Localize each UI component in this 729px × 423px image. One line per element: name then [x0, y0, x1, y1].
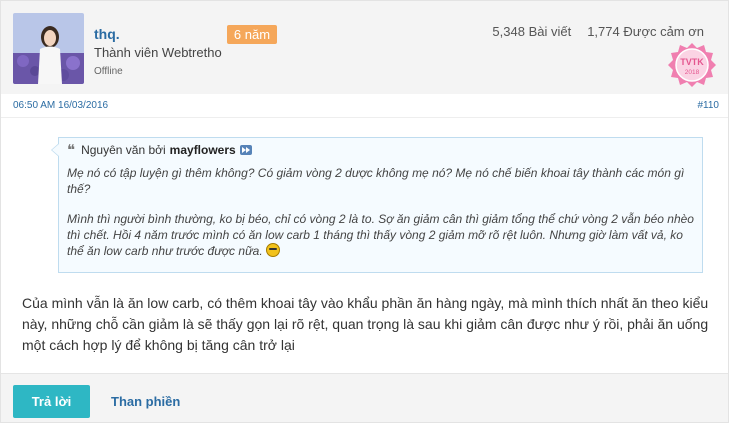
- post-actions-bar: Trả lời Than phiền: [1, 373, 728, 422]
- quote-question: Mẹ nó có tập luyện gì thêm không? Có giả…: [67, 166, 685, 196]
- quote-pointer: [51, 143, 59, 157]
- quote-body: Mẹ nó có tập luyện gì thêm không? Có giả…: [67, 165, 697, 273]
- reply-button[interactable]: Trả lời: [13, 385, 90, 418]
- post-message: Của mình vẫn là ăn low carb, có thêm kho…: [22, 295, 709, 353]
- avatar[interactable]: [13, 13, 84, 84]
- thanks-count: 1,774 Được cảm ơn: [587, 24, 704, 39]
- complain-link[interactable]: Than phiền: [111, 394, 180, 409]
- award-year: 2018: [685, 69, 700, 76]
- post-header: thq. 6 năm Thành viên Webtretho Offline …: [1, 1, 728, 94]
- post-permalink[interactable]: #110: [697, 100, 719, 111]
- user-stats: 5,348 Bài viết 1,774 Được cảm ơn: [492, 24, 704, 39]
- post-count: 5,348 Bài viết: [492, 24, 572, 39]
- username[interactable]: thq.: [94, 26, 120, 42]
- quote-author[interactable]: mayflowers: [170, 143, 236, 157]
- quote-answer-paragraph: Mình thì người bình thường, ko bị béo, c…: [67, 211, 697, 259]
- online-status: Offline: [94, 66, 123, 77]
- quote-prefix: Nguyên văn bởi: [81, 143, 166, 157]
- smiley-icon: [266, 243, 281, 257]
- quote-mark-icon: ❝: [67, 141, 76, 159]
- quote-answer: Mình thì người bình thường, ko bị béo, c…: [67, 212, 694, 258]
- membership-years-badge: 6 năm: [227, 25, 277, 44]
- forum-post: thq. 6 năm Thành viên Webtretho Offline …: [0, 0, 729, 423]
- member-title: Thành viên Webtretho: [94, 45, 222, 60]
- go-to-post-icon[interactable]: [239, 145, 252, 155]
- award-badge-icon: TVTK 2018: [668, 43, 716, 87]
- post-timestamp: 06:50 AM 16/03/2016: [13, 100, 109, 111]
- award-label: TVTK: [680, 57, 704, 67]
- avatar-image: [13, 13, 84, 84]
- quote-header: ❝ Nguyên văn bởi mayflowers: [67, 141, 252, 159]
- post-meta-bar: 06:50 AM 16/03/2016 #110: [1, 94, 728, 118]
- quote-block: ❝ Nguyên văn bởi mayflowers Mẹ nó có tập…: [51, 137, 703, 273]
